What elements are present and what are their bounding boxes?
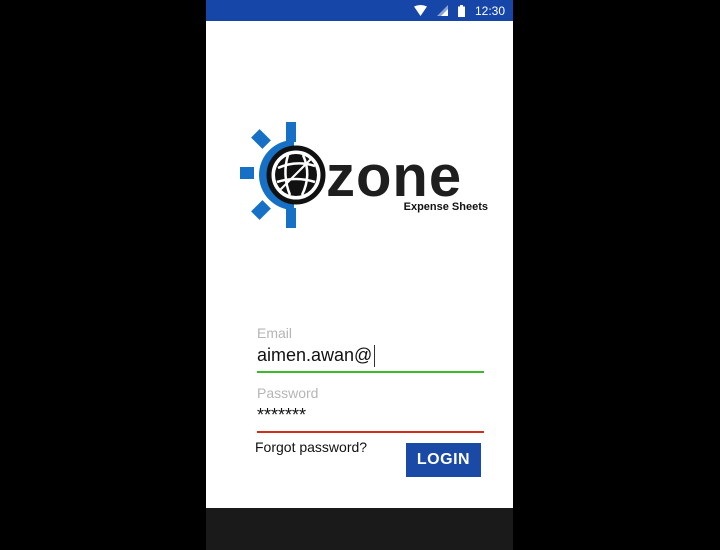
logo-tagline-text: Expense Sheets bbox=[404, 201, 488, 213]
wifi-icon bbox=[413, 5, 427, 16]
email-underline bbox=[257, 371, 484, 373]
status-time: 12:30 bbox=[474, 3, 505, 18]
battery-icon bbox=[457, 4, 465, 17]
email-field[interactable]: Email aimen.awan@ bbox=[257, 325, 484, 373]
password-label: Password bbox=[257, 385, 319, 401]
password-field[interactable]: Password ******* bbox=[257, 385, 484, 433]
email-label: Email bbox=[257, 325, 293, 341]
password-underline bbox=[257, 431, 484, 433]
forgot-password-link[interactable]: Forgot password? bbox=[255, 439, 367, 455]
phone-screen: 12:30 zone Expense Sheets Email aimen.aw… bbox=[206, 0, 513, 550]
password-input[interactable]: ******* bbox=[257, 403, 484, 427]
text-cursor bbox=[374, 345, 376, 368]
status-bar: 12:30 bbox=[206, 0, 513, 21]
zone-logo: zone Expense Sheets bbox=[240, 120, 492, 230]
signal-icon bbox=[436, 5, 448, 16]
email-input[interactable]: aimen.awan@ bbox=[257, 345, 372, 365]
login-button[interactable]: LOGIN bbox=[406, 443, 481, 477]
navigation-bar bbox=[206, 508, 513, 550]
logo-brand-text: zone bbox=[326, 144, 462, 209]
